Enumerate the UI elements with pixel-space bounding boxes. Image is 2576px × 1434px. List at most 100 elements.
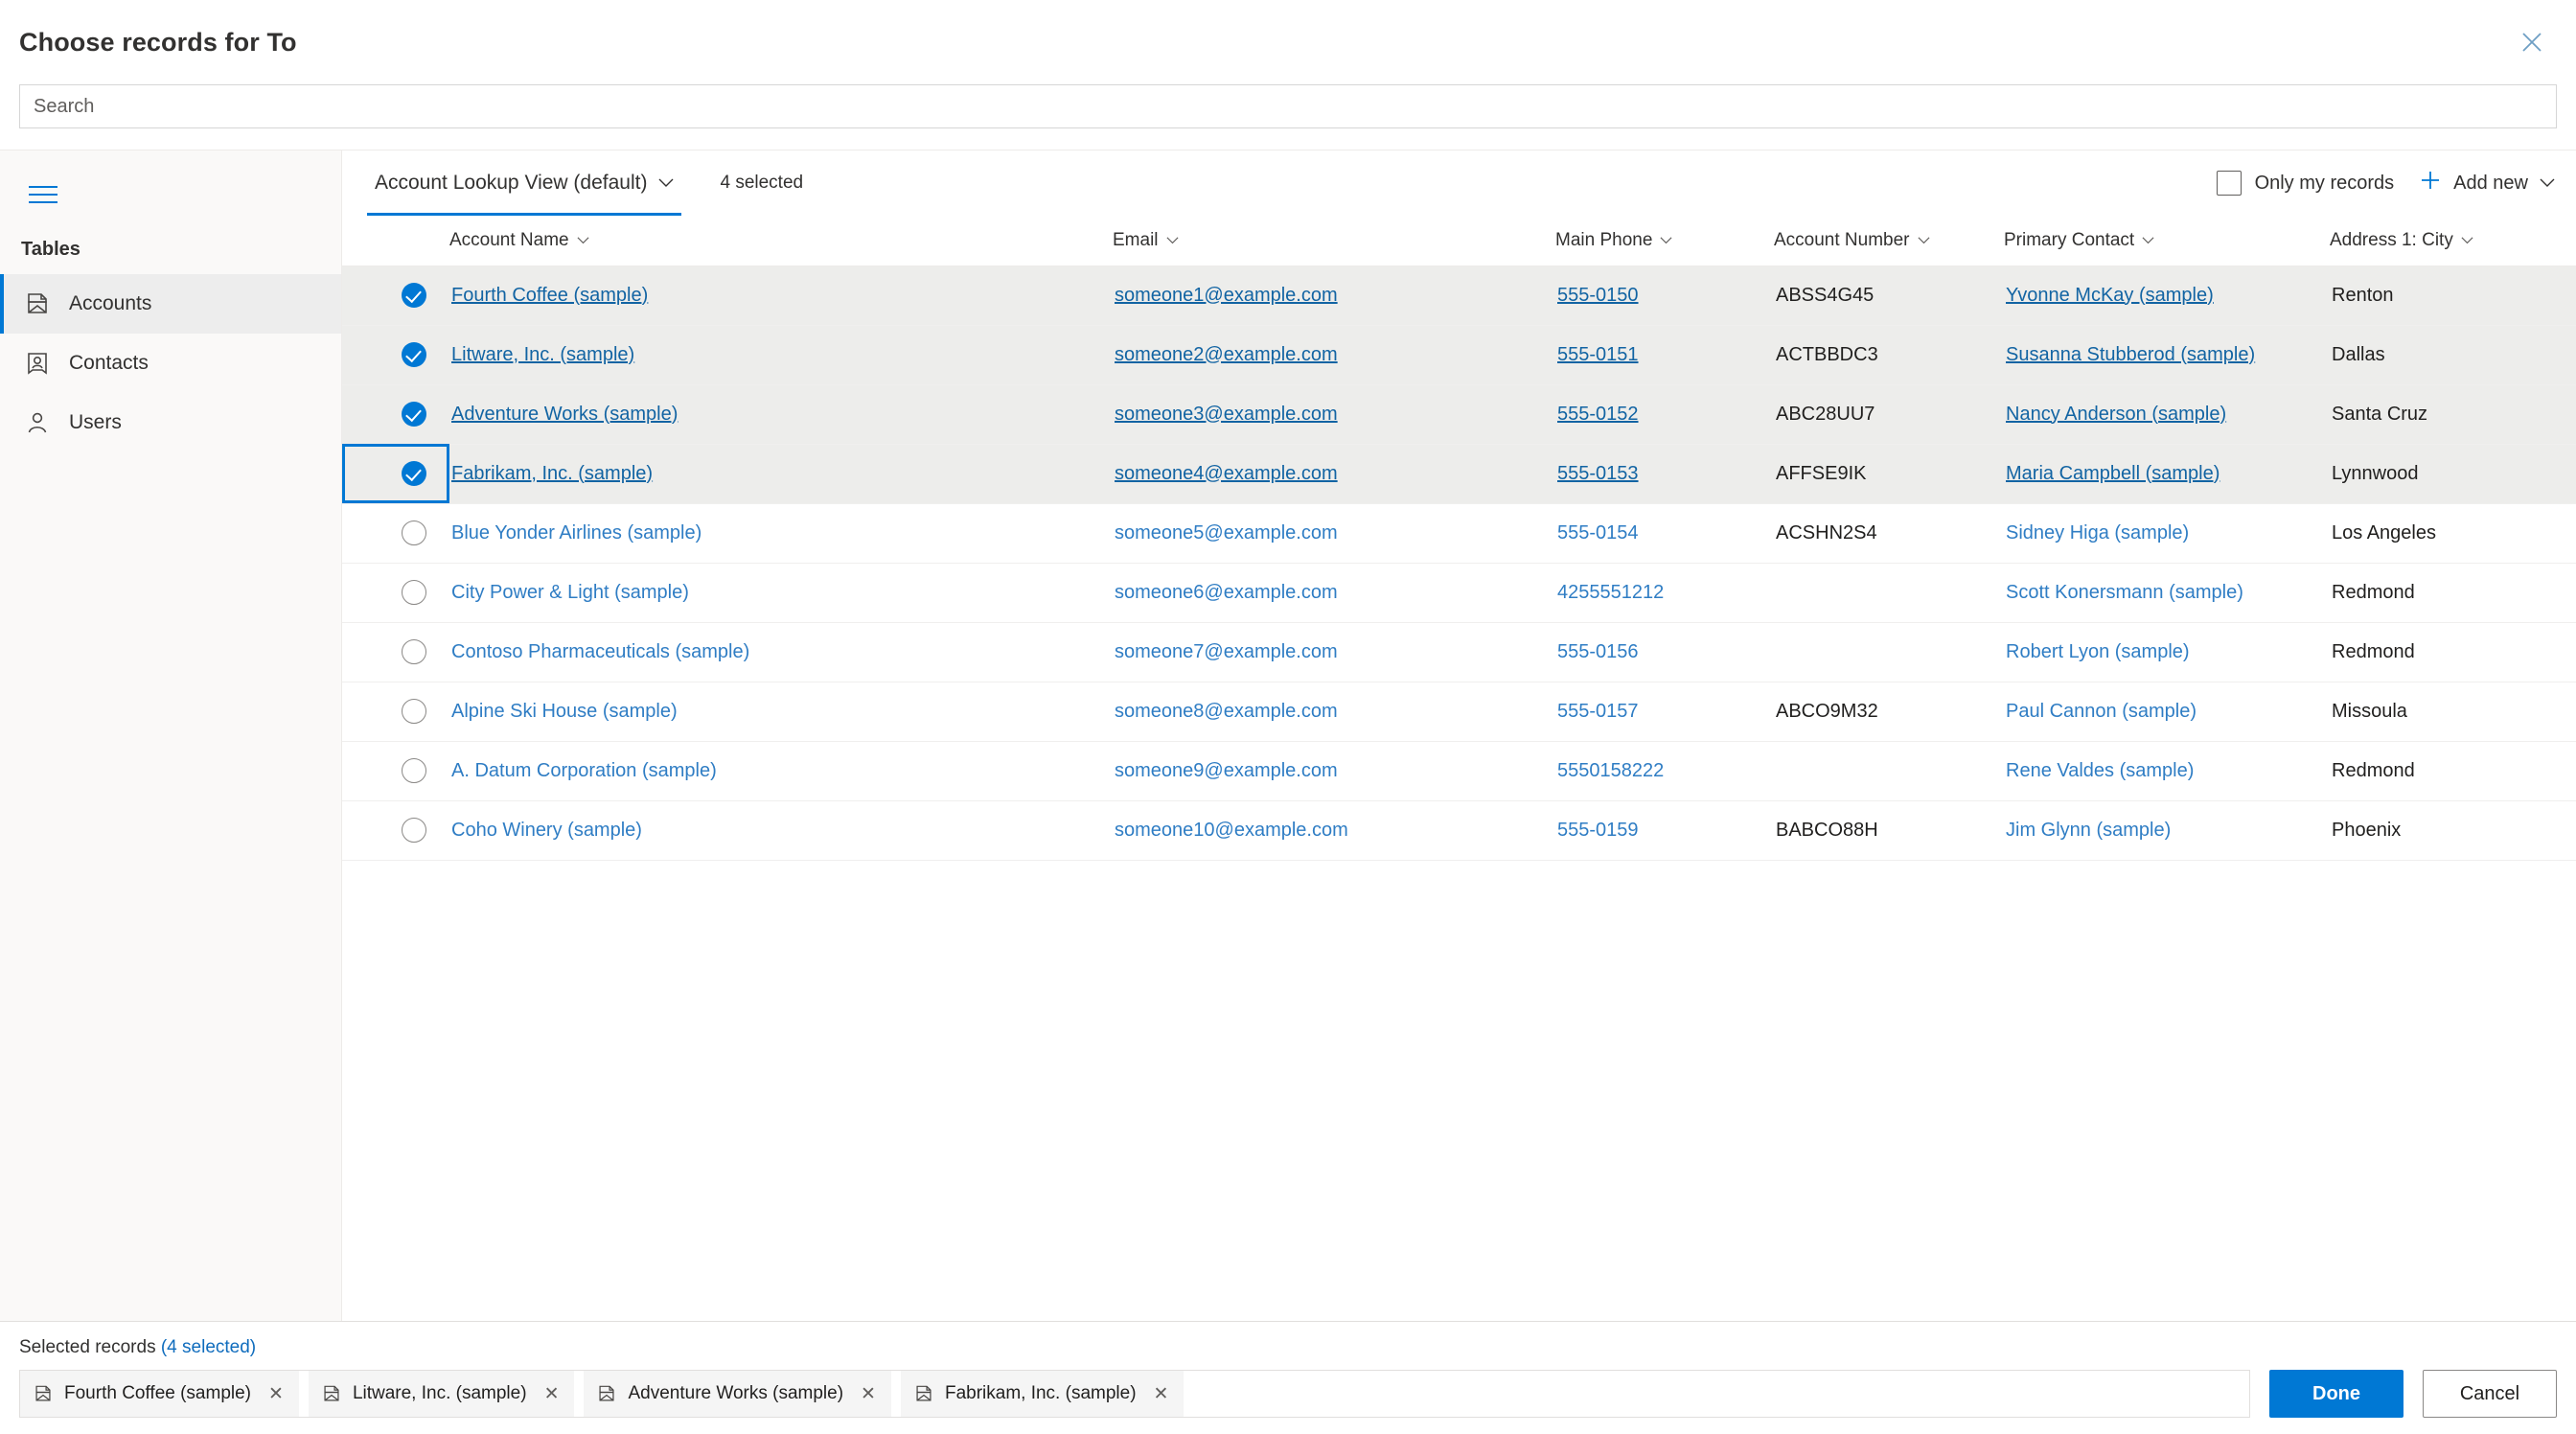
- selected-record-chip[interactable]: Fabrikam, Inc. (sample) ✕: [900, 1371, 1184, 1417]
- cell-account-name-value[interactable]: City Power & Light (sample): [449, 582, 689, 603]
- cell-primary-contact[interactable]: Maria Campbell (sample): [2004, 444, 2330, 504]
- cell-email-value[interactable]: someone9@example.com: [1113, 760, 1338, 781]
- cell-email-value[interactable]: someone1@example.com: [1113, 285, 1338, 306]
- cell-account-name[interactable]: City Power & Light (sample): [449, 563, 1113, 623]
- cell-account-name[interactable]: Adventure Works (sample): [449, 384, 1113, 445]
- cell-email[interactable]: someone3@example.com: [1113, 384, 1555, 445]
- cell-main-phone-value[interactable]: 555-0157: [1555, 701, 1639, 722]
- hamburger-icon[interactable]: [15, 172, 69, 218]
- checkbox-checked-icon[interactable]: [402, 461, 426, 486]
- selected-record-chip[interactable]: Adventure Works (sample) ✕: [584, 1371, 891, 1417]
- checkbox-unchecked-icon[interactable]: [402, 639, 426, 664]
- cell-account-name[interactable]: Contoso Pharmaceuticals (sample): [449, 622, 1113, 682]
- sidebar-item-contacts[interactable]: Contacts: [0, 334, 341, 393]
- cell-primary-contact-value[interactable]: Paul Cannon (sample): [2004, 701, 2196, 722]
- cell-main-phone[interactable]: 555-0157: [1555, 682, 1774, 742]
- cell-email-value[interactable]: someone8@example.com: [1113, 701, 1338, 722]
- table-row[interactable]: Blue Yonder Airlines (sample) someone5@ex…: [342, 503, 2576, 564]
- cell-main-phone-value[interactable]: 555-0156: [1555, 641, 1639, 662]
- cell-email[interactable]: someone5@example.com: [1113, 503, 1555, 564]
- chip-remove-icon[interactable]: ✕: [861, 1383, 876, 1405]
- done-button[interactable]: Done: [2269, 1370, 2404, 1418]
- cell-main-phone-value[interactable]: 555-0154: [1555, 522, 1639, 544]
- cell-email-value[interactable]: someone7@example.com: [1113, 641, 1338, 662]
- selected-record-chip[interactable]: Fourth Coffee (sample) ✕: [20, 1371, 299, 1417]
- table-row[interactable]: Alpine Ski House (sample) someone8@exampl…: [342, 682, 2576, 742]
- row-select-cell[interactable]: [342, 741, 449, 801]
- cell-main-phone[interactable]: 555-0152: [1555, 384, 1774, 445]
- cell-main-phone-value[interactable]: 4255551212: [1555, 582, 1664, 603]
- view-selector[interactable]: Account Lookup View (default): [367, 150, 682, 216]
- row-select-cell[interactable]: [342, 266, 449, 326]
- row-select-cell[interactable]: [342, 622, 449, 682]
- cell-account-name[interactable]: Fabrikam, Inc. (sample): [449, 444, 1113, 504]
- search-input[interactable]: [19, 84, 2557, 128]
- checkbox-unchecked-icon[interactable]: [402, 699, 426, 724]
- sidebar-item-users[interactable]: Users: [0, 393, 341, 452]
- selected-record-chip[interactable]: Litware, Inc. (sample) ✕: [308, 1371, 575, 1417]
- sidebar-item-accounts[interactable]: Accounts: [0, 274, 341, 334]
- cell-account-name-value[interactable]: Coho Winery (sample): [449, 820, 642, 841]
- column-header-account-name[interactable]: Account Name: [449, 216, 1113, 266]
- cell-account-name-value[interactable]: Fabrikam, Inc. (sample): [449, 463, 653, 484]
- cell-account-name[interactable]: Fourth Coffee (sample): [449, 266, 1113, 326]
- cell-email[interactable]: someone8@example.com: [1113, 682, 1555, 742]
- chip-remove-icon[interactable]: ✕: [1154, 1383, 1169, 1405]
- cell-account-name-value[interactable]: Fourth Coffee (sample): [449, 285, 648, 306]
- table-row[interactable]: A. Datum Corporation (sample) someone9@ex…: [342, 741, 2576, 801]
- column-header-email[interactable]: Email: [1113, 216, 1555, 266]
- column-header-primary-contact[interactable]: Primary Contact: [2004, 216, 2330, 266]
- cell-email-value[interactable]: someone4@example.com: [1113, 463, 1338, 484]
- table-row[interactable]: Fourth Coffee (sample) someone1@example.c…: [342, 266, 2576, 326]
- checkbox-checked-icon[interactable]: [402, 283, 426, 308]
- only-my-records-checkbox[interactable]: [2216, 171, 2242, 196]
- row-select-cell[interactable]: [342, 325, 449, 385]
- cell-main-phone[interactable]: 555-0159: [1555, 800, 1774, 861]
- checkbox-checked-icon[interactable]: [402, 402, 426, 427]
- cell-primary-contact-value[interactable]: Yvonne McKay (sample): [2004, 285, 2214, 306]
- close-button[interactable]: [2505, 15, 2559, 69]
- cell-main-phone-value[interactable]: 555-0152: [1555, 404, 1639, 425]
- cell-account-name-value[interactable]: Blue Yonder Airlines (sample): [449, 522, 702, 544]
- row-select-cell[interactable]: [342, 384, 449, 445]
- cell-email-value[interactable]: someone3@example.com: [1113, 404, 1338, 425]
- cell-primary-contact-value[interactable]: Susanna Stubberod (sample): [2004, 344, 2255, 365]
- cell-account-name[interactable]: Litware, Inc. (sample): [449, 325, 1113, 385]
- cell-email[interactable]: someone6@example.com: [1113, 563, 1555, 623]
- checkbox-unchecked-icon[interactable]: [402, 520, 426, 545]
- cell-primary-contact[interactable]: Nancy Anderson (sample): [2004, 384, 2330, 445]
- row-select-cell[interactable]: [342, 800, 449, 861]
- chip-remove-icon[interactable]: ✕: [268, 1383, 284, 1405]
- cell-account-name-value[interactable]: Litware, Inc. (sample): [449, 344, 634, 365]
- cell-email[interactable]: someone9@example.com: [1113, 741, 1555, 801]
- cell-account-name[interactable]: Blue Yonder Airlines (sample): [449, 503, 1113, 564]
- cell-account-name[interactable]: A. Datum Corporation (sample): [449, 741, 1113, 801]
- cell-main-phone[interactable]: 555-0154: [1555, 503, 1774, 564]
- cell-primary-contact-value[interactable]: Jim Glynn (sample): [2004, 820, 2171, 841]
- row-select-cell[interactable]: [342, 682, 449, 742]
- table-row[interactable]: Litware, Inc. (sample) someone2@example.c…: [342, 325, 2576, 385]
- table-row[interactable]: Adventure Works (sample) someone3@example…: [342, 384, 2576, 445]
- cell-main-phone[interactable]: 555-0156: [1555, 622, 1774, 682]
- cell-main-phone[interactable]: 555-0150: [1555, 266, 1774, 326]
- cell-account-name-value[interactable]: Adventure Works (sample): [449, 404, 678, 425]
- cell-email[interactable]: someone1@example.com: [1113, 266, 1555, 326]
- cancel-button[interactable]: Cancel: [2423, 1370, 2557, 1418]
- row-select-cell[interactable]: [342, 444, 449, 504]
- chip-remove-icon[interactable]: ✕: [544, 1383, 560, 1405]
- cell-primary-contact-value[interactable]: Nancy Anderson (sample): [2004, 404, 2226, 425]
- table-row[interactable]: Fabrikam, Inc. (sample) someone4@example.…: [342, 444, 2576, 504]
- cell-email[interactable]: someone10@example.com: [1113, 800, 1555, 861]
- cell-main-phone-value[interactable]: 555-0150: [1555, 285, 1639, 306]
- cell-main-phone[interactable]: 4255551212: [1555, 563, 1774, 623]
- cell-main-phone-value[interactable]: 555-0159: [1555, 820, 1639, 841]
- cell-email-value[interactable]: someone6@example.com: [1113, 582, 1338, 603]
- cell-primary-contact[interactable]: Robert Lyon (sample): [2004, 622, 2330, 682]
- cell-main-phone[interactable]: 555-0151: [1555, 325, 1774, 385]
- checkbox-unchecked-icon[interactable]: [402, 758, 426, 783]
- add-new-button[interactable]: Add new: [2419, 169, 2555, 197]
- cell-email[interactable]: someone2@example.com: [1113, 325, 1555, 385]
- cell-email[interactable]: someone4@example.com: [1113, 444, 1555, 504]
- cell-main-phone-value[interactable]: 555-0153: [1555, 463, 1639, 484]
- cell-email[interactable]: someone7@example.com: [1113, 622, 1555, 682]
